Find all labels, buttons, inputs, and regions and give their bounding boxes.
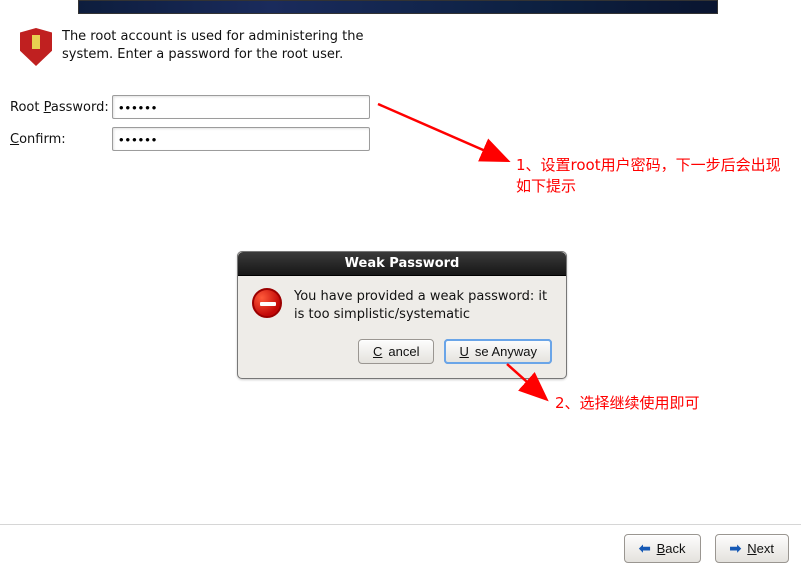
instruction-text: The root account is used for administeri… <box>62 28 380 66</box>
error-icon <box>252 288 282 318</box>
header-banner <box>78 0 718 14</box>
root-password-label: Root Password: <box>10 100 112 115</box>
back-arrow-icon: ⬅ <box>639 540 651 557</box>
back-button[interactable]: ⬅ Back <box>624 534 701 563</box>
cancel-button[interactable]: Cancel <box>358 339 434 364</box>
shield-icon <box>20 28 52 66</box>
dialog-message: You have provided a weak password: it is… <box>294 288 552 323</box>
annotation-text-2: 2、选择继续使用即可 <box>555 392 700 413</box>
use-anyway-button[interactable]: Use Anyway <box>444 339 552 364</box>
weak-password-dialog: Weak Password You have provided a weak p… <box>237 251 567 379</box>
annotation-arrow-1 <box>376 100 521 170</box>
password-form: Root Password: Confirm: <box>10 95 370 159</box>
next-arrow-icon: ➡ <box>730 540 742 557</box>
root-password-input[interactable] <box>112 95 370 119</box>
confirm-password-input[interactable] <box>112 127 370 151</box>
confirm-password-label: Confirm: <box>10 132 112 147</box>
footer-nav: ⬅ Back ➡ Next <box>624 534 789 563</box>
footer-divider <box>0 524 801 525</box>
next-button[interactable]: ➡ Next <box>715 534 789 563</box>
annotation-text-1: 1、设置root用户密码，下一步后会出现如下提示 <box>516 155 786 197</box>
dialog-title: Weak Password <box>238 252 566 276</box>
instruction-block: The root account is used for administeri… <box>20 28 380 66</box>
